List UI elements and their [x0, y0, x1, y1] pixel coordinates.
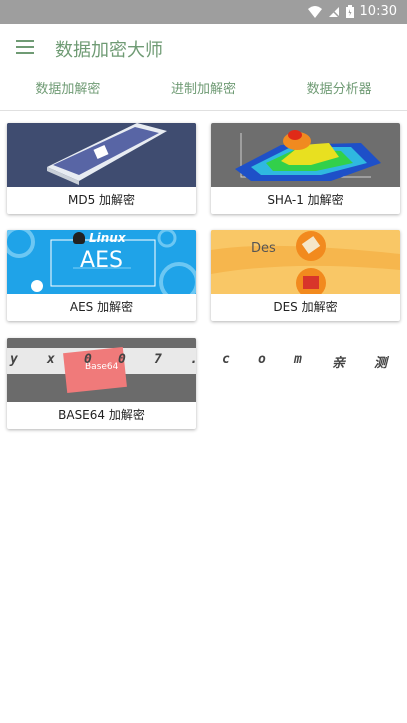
tab-radix-crypto[interactable]: 进制加解密	[136, 70, 272, 110]
no-signal-icon	[327, 5, 340, 18]
wifi-icon	[307, 5, 322, 18]
linux-logo-icon	[73, 232, 85, 244]
base64-card-label: BASE64 加解密	[58, 408, 145, 422]
watermark-text: y x 0 0 7 . c o m 亲 测	[0, 346, 407, 376]
aes-thumb-title: AES	[80, 248, 123, 273]
des-card-label: DES 加解密	[273, 300, 338, 314]
sha1-card-label: SHA-1 加解密	[267, 193, 344, 207]
md5-card[interactable]: MD5 加解密	[7, 123, 196, 214]
sha1-thumbnail	[211, 123, 400, 187]
watermark-char: x	[47, 352, 55, 367]
watermark-char: 测	[374, 356, 388, 371]
watermark-char: o	[258, 352, 266, 367]
des-thumb-heading: Des	[251, 241, 276, 256]
watermark-char: .	[190, 352, 198, 367]
watermark-char: 7	[154, 352, 162, 367]
sha1-card[interactable]: SHA-1 加解密	[211, 123, 400, 214]
app-title: 数据加密大师	[55, 40, 163, 61]
md5-thumbnail	[7, 123, 196, 187]
watermark-char: m	[294, 352, 302, 367]
status-time: 10:30	[359, 4, 397, 19]
md5-card-label: MD5 加解密	[67, 193, 136, 207]
status-bar: 10:30	[0, 0, 407, 24]
battery-icon	[345, 5, 354, 18]
watermark-char: c	[222, 352, 230, 367]
aes-thumb-heading: Linux	[89, 231, 126, 245]
tab-data-crypto[interactable]: 数据加解密	[0, 70, 136, 110]
tab-data-analyzer[interactable]: 数据分析器	[271, 70, 407, 110]
watermark-char: 0	[118, 352, 126, 367]
aes-thumbnail: Linux AES	[7, 230, 196, 294]
app-bar: 数据加密大师	[0, 24, 407, 70]
aes-card-label: AES 加解密	[69, 300, 134, 314]
watermark-char: 亲	[332, 356, 346, 371]
status-icons: 10:30	[307, 4, 397, 19]
aes-card[interactable]: Linux AES AES 加解密	[7, 230, 196, 321]
watermark-char: y	[10, 352, 18, 367]
tab-bar: 数据加解密 进制加解密 数据分析器	[0, 70, 407, 111]
menu-icon[interactable]	[16, 40, 34, 54]
watermark-char: 0	[84, 352, 92, 367]
des-card[interactable]: Des DES 加解密	[211, 230, 400, 321]
des-thumbnail: Des	[211, 230, 400, 294]
